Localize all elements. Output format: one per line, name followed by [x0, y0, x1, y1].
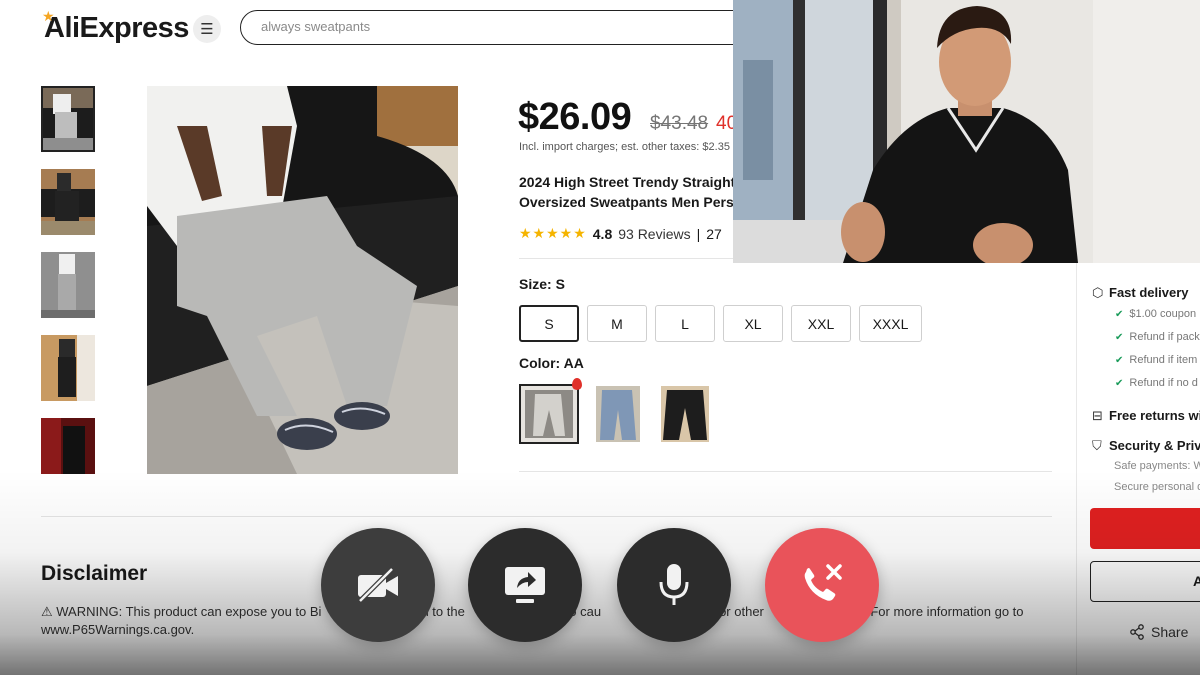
security-heading[interactable]: Security & Priv	[1109, 438, 1200, 453]
check-icon: ✔	[1115, 332, 1124, 343]
microphone-icon	[659, 564, 689, 605]
thumbnail-5[interactable]	[41, 418, 95, 474]
end-call-button[interactable]	[765, 528, 879, 642]
product-price: $26.09	[518, 96, 632, 138]
check-item: ✔ Refund if no d	[1115, 377, 1198, 389]
free-returns-heading[interactable]: Free returns wi	[1109, 408, 1200, 423]
color-swatch-2[interactable]	[588, 384, 648, 444]
thumbnail-1[interactable]	[41, 86, 95, 152]
product-rating[interactable]: ★★★★★ 4.8 93 Reviews | 27	[519, 225, 722, 242]
share-screen-button[interactable]	[468, 528, 582, 642]
original-price: $43.48	[650, 113, 709, 134]
rating-stars-icon: ★★★★★	[519, 225, 587, 241]
size-option-l[interactable]: L	[655, 305, 715, 342]
check-item: ✔ Refund if pack	[1115, 331, 1200, 343]
reviews-count[interactable]: 93 Reviews	[618, 226, 690, 242]
shield-icon: ⛉	[1092, 438, 1102, 453]
participant-video	[733, 0, 1200, 263]
aliexpress-logo[interactable]: ★ AliExpress	[42, 8, 189, 45]
share-button[interactable]: Share	[1129, 624, 1188, 640]
divider	[519, 471, 1052, 472]
disclaimer-title: Disclaimer	[41, 562, 148, 585]
menu-icon[interactable]: ☰	[193, 15, 221, 43]
thumbnail-3[interactable]	[41, 252, 95, 318]
buy-now-button[interactable]	[1090, 508, 1200, 549]
safe-payments-note: Safe payments: W	[1114, 460, 1200, 472]
check-icon: ✔	[1115, 378, 1124, 389]
size-option-xl[interactable]: XL	[723, 305, 783, 342]
size-option-xxxl[interactable]: XXXL	[859, 305, 922, 342]
fast-delivery-heading: Fast delivery	[1109, 285, 1189, 300]
share-icon	[1130, 624, 1144, 640]
check-icon: ✔	[1115, 309, 1124, 320]
camera-off-icon	[358, 567, 398, 603]
hot-badge-icon	[572, 378, 582, 390]
bottom-shade	[0, 470, 1200, 675]
color-label: Color: AA	[519, 355, 584, 371]
thumbnail-4[interactable]	[41, 335, 95, 401]
search-input[interactable]: always sweatpants	[240, 10, 760, 45]
add-to-cart-button[interactable]: A	[1090, 561, 1200, 602]
color-swatch-3[interactable]	[655, 384, 715, 444]
divider	[519, 258, 733, 259]
thumbnail-2[interactable]	[41, 169, 95, 235]
rating-separator: |	[696, 225, 701, 242]
microphone-button[interactable]	[617, 528, 731, 642]
share-screen-icon	[505, 567, 545, 603]
size-option-m[interactable]: M	[587, 305, 647, 342]
check-item: ✔ Refund if item	[1115, 354, 1198, 366]
camera-off-button[interactable]	[321, 528, 435, 642]
size-option-s[interactable]: S	[519, 305, 579, 342]
check-icon: ✔	[1115, 355, 1124, 366]
tax-note: Incl. import charges; est. other taxes: …	[519, 141, 730, 153]
check-item: ✔ $1.00 coupon	[1115, 308, 1197, 320]
rating-score: 4.8	[592, 225, 613, 242]
returns-icon: ⊟	[1092, 408, 1103, 423]
product-title: 2024 High Street Trendy Straight Oversiz…	[519, 174, 736, 210]
delivery-box-icon: ⬡	[1092, 285, 1104, 300]
color-swatch-1[interactable]	[519, 384, 579, 444]
sold-count: 27	[706, 225, 722, 242]
secure-personal-note: Secure personal d	[1114, 481, 1200, 493]
size-option-xxl[interactable]: XXL	[791, 305, 851, 342]
divider	[41, 516, 1052, 517]
logo-star-icon: ★	[42, 8, 55, 24]
product-main-image[interactable]	[147, 86, 458, 474]
end-call-icon	[804, 564, 842, 601]
size-label: Size: S	[519, 276, 565, 292]
